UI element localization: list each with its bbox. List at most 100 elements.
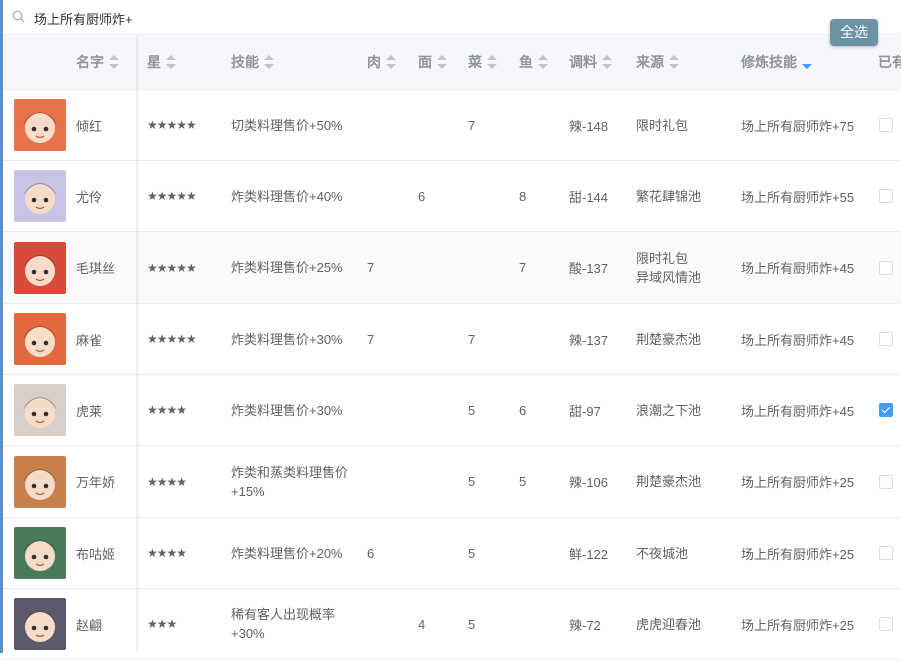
cell-ult-skill: 场上所有厨师炸+45 [741, 375, 854, 445]
cell-fish-text: 7 [519, 260, 527, 275]
cell-owned [879, 90, 893, 160]
chef-avatar [14, 170, 66, 222]
cell-noodle: 6 [418, 161, 425, 231]
cell-source-text: 荆楚豪杰池 [636, 331, 702, 347]
cell-stars-text: ★★★★★ [147, 118, 197, 132]
cell-source-text: 限时礼包 异域风情池 [636, 250, 702, 285]
cell-name-text: 尤伶 [76, 189, 103, 205]
owned-checkbox[interactable] [879, 189, 893, 203]
cell-name: 万年娇 [76, 446, 115, 517]
column-header-veg[interactable]: 菜 [468, 35, 497, 89]
cell-ult-skill: 场上所有厨师炸+55 [741, 161, 854, 231]
owned-checkbox[interactable] [879, 332, 893, 346]
search-bar[interactable]: 场上所有厨师炸+ [3, 0, 901, 35]
cell-fish-text: 5 [519, 474, 527, 489]
cell-source: 限时礼包 异域风情池 [636, 232, 731, 303]
cell-stars: ★★★★★ [147, 232, 197, 303]
cell-seasoning: 鲜-122 [569, 518, 608, 588]
sort-icon[interactable] [166, 55, 176, 70]
cell-ult-skill: 场上所有厨师炸+25 [741, 518, 854, 588]
sort-icon[interactable] [437, 55, 447, 70]
cell-seasoning: 辣-137 [569, 304, 608, 374]
search-icon [12, 10, 25, 23]
cell-source: 浪潮之下池 [636, 375, 731, 445]
column-header-stars[interactable]: 星 [147, 35, 176, 89]
cell-ult-skill-text: 场上所有厨师炸+55 [741, 189, 855, 205]
column-header-fish[interactable]: 鱼 [519, 35, 548, 89]
owned-checkbox[interactable] [879, 403, 893, 417]
cell-noodle-text: 6 [418, 188, 426, 204]
column-header-ult-skill[interactable]: 修炼技能 [741, 35, 812, 89]
cell-veg: 5 [468, 518, 475, 588]
select-all-button[interactable]: 全选 [830, 19, 878, 46]
cell-skill-text: 炸类料理售价+30% [231, 402, 343, 418]
owned-checkbox[interactable] [879, 474, 893, 489]
cell-ult-skill-text: 场上所有厨师炸+25 [741, 475, 855, 490]
cell-seasoning: 辣-106 [569, 446, 608, 517]
column-header-seasoning[interactable]: 调料 [569, 35, 612, 89]
cell-stars-text: ★★★ [147, 617, 177, 631]
cell-ult-skill-text: 场上所有厨师炸+45 [741, 261, 855, 276]
chef-avatar [14, 313, 66, 365]
cell-veg-text: 7 [468, 117, 476, 133]
cell-fish-text: 8 [519, 188, 527, 204]
cell-skill-text: 稀有客人出现概率+30% [231, 607, 336, 641]
cell-ult-skill: 场上所有厨师炸+45 [741, 232, 854, 303]
sort-icon[interactable] [386, 55, 396, 70]
cell-stars: ★★★ [147, 589, 177, 659]
search-input[interactable]: 场上所有厨师炸+ [34, 9, 133, 28]
sort-icon[interactable] [487, 55, 497, 70]
owned-checkbox[interactable] [879, 546, 893, 560]
cell-fish: 5 [519, 446, 526, 517]
cell-veg: 5 [468, 589, 475, 659]
cell-fish-text: 6 [519, 402, 527, 418]
cell-owned [879, 518, 893, 588]
column-header-source[interactable]: 来源 [636, 35, 679, 89]
cell-source-text: 浪潮之下池 [636, 402, 702, 418]
cell-source: 荆楚豪杰池 [636, 304, 731, 374]
cell-stars-text: ★★★★ [147, 403, 187, 417]
cell-seasoning: 甜-97 [569, 375, 601, 445]
cell-source-text: 虎虎迎春池 [636, 616, 702, 632]
cell-owned [879, 375, 893, 445]
cell-name: 赵翩 [76, 589, 102, 659]
cell-ult-skill-text: 场上所有厨师炸+25 [741, 617, 855, 633]
column-header-owned[interactable]: 已有 [878, 35, 901, 89]
cell-name: 倾红 [76, 90, 102, 160]
cell-skill: 炸类料理售价+30% [231, 375, 361, 445]
cell-noodle: 4 [418, 589, 425, 659]
cell-skill-text: 炸类和蒸类料理售价+15% [231, 464, 349, 499]
chef-avatar [14, 455, 66, 508]
cell-ult-skill: 场上所有厨师炸+75 [741, 90, 854, 160]
sort-icon[interactable] [109, 55, 119, 70]
owned-checkbox[interactable] [879, 118, 893, 132]
column-header-skill[interactable]: 技能 [231, 35, 274, 89]
cell-source: 繁花肆锦池 [636, 161, 731, 231]
cell-stars-text: ★★★★★ [147, 332, 197, 346]
column-header-meat[interactable]: 肉 [367, 35, 396, 89]
cell-ult-skill-text: 场上所有厨师炸+45 [741, 332, 855, 348]
cell-name: 毛琪丝 [76, 232, 115, 303]
column-header-noodle[interactable]: 面 [418, 35, 447, 89]
cell-veg-text: 5 [468, 545, 476, 561]
cell-seasoning-text: 甜-144 [569, 189, 609, 205]
sort-desc-icon[interactable] [802, 55, 812, 70]
cell-seasoning-text: 辣-137 [569, 332, 609, 348]
owned-checkbox[interactable] [879, 617, 893, 631]
sort-icon[interactable] [264, 55, 274, 70]
fixed-column-shadow [136, 35, 140, 653]
cell-skill-text: 切类料理售价+50% [231, 117, 343, 133]
cell-name-text: 布咕姬 [76, 546, 116, 562]
column-header-name[interactable]: 名字 [76, 35, 119, 89]
sort-icon[interactable] [602, 55, 612, 70]
cell-name-text: 赵翩 [76, 617, 103, 633]
cell-ult-skill-text: 场上所有厨师炸+75 [741, 118, 855, 134]
sort-icon[interactable] [669, 55, 679, 70]
chef-avatar [14, 598, 66, 650]
cell-skill: 炸类料理售价+30% [231, 304, 361, 374]
cell-veg-text: 5 [468, 616, 476, 632]
owned-checkbox[interactable] [879, 260, 893, 275]
chef-avatar [14, 384, 66, 436]
cell-fish: 7 [519, 232, 526, 303]
sort-icon[interactable] [538, 55, 548, 70]
